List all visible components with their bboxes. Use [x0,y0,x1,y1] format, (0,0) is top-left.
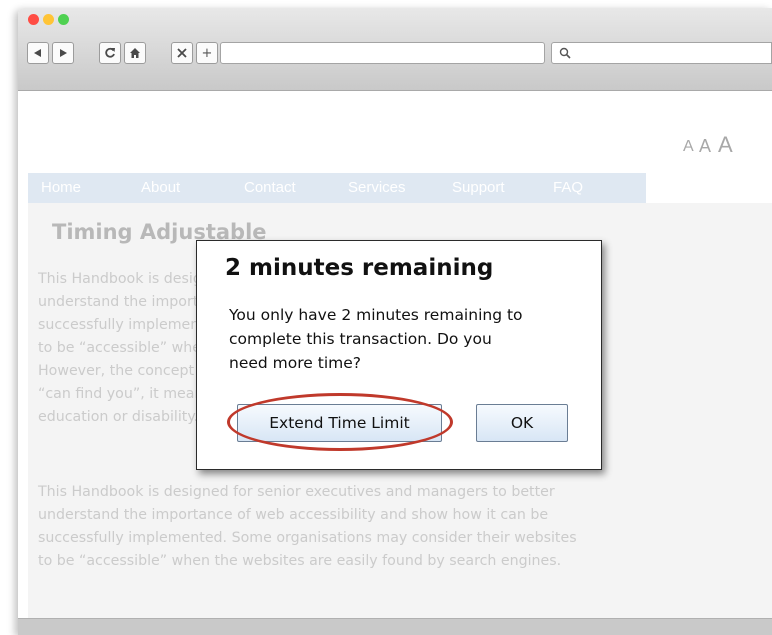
nav-contact[interactable]: Contact [244,179,296,196]
forward-button[interactable] [52,42,74,64]
text-size-small[interactable]: A [683,138,694,156]
main-nav: Home About Contact Services Support FAQ [28,173,646,203]
nav-services[interactable]: Services [348,179,406,196]
home-button[interactable] [124,42,146,64]
browser-status-bar [18,618,772,635]
nav-faq[interactable]: FAQ [553,179,583,196]
dialog-message-line: need more time? [229,354,361,372]
second-paragraph: This Handbook is designed for senior exe… [38,481,738,573]
paragraph-line: This Handbook is designed for senior exe… [38,484,555,500]
plus-icon: + [201,45,213,61]
text-size-medium[interactable]: A [699,136,711,157]
reload-button[interactable] [99,42,121,64]
back-button[interactable] [27,42,49,64]
extend-time-limit-button[interactable]: Extend Time Limit [237,404,442,442]
close-icon [177,48,187,58]
stop-button[interactable] [171,42,193,64]
timeout-dialog: 2 minutes remaining You only have 2 minu… [196,240,602,470]
ok-button[interactable]: OK [476,404,568,442]
browser-toolbar: + [18,8,772,91]
new-tab-button[interactable]: + [196,42,218,64]
paragraph-line: to be “accessible” when the websites are… [38,553,562,569]
dialog-title: 2 minutes remaining [225,255,494,281]
nav-about[interactable]: About [141,179,180,196]
search-icon [559,47,571,59]
paragraph-line: understand the importance of web accessi… [38,507,549,523]
dialog-message-line: complete this transaction. Do you [229,330,492,348]
reload-icon [105,47,115,58]
nav-home[interactable]: Home [41,179,81,196]
dialog-message-line: You only have 2 minutes remaining to [229,306,523,324]
minimize-window-button[interactable] [43,14,54,25]
close-window-button[interactable] [28,14,39,25]
text-size-controls: A A A [18,132,772,162]
home-icon [130,48,140,58]
address-bar[interactable] [220,42,545,64]
forward-arrow-icon [60,49,67,57]
nav-support[interactable]: Support [452,179,505,196]
search-field[interactable] [551,42,772,64]
zoom-window-button[interactable] [58,14,69,25]
dialog-message: You only have 2 minutes remaining to com… [229,303,569,375]
back-arrow-icon [34,49,41,57]
paragraph-line: successfully implemented. Some organisat… [38,530,577,546]
text-size-large[interactable]: A [718,132,733,158]
